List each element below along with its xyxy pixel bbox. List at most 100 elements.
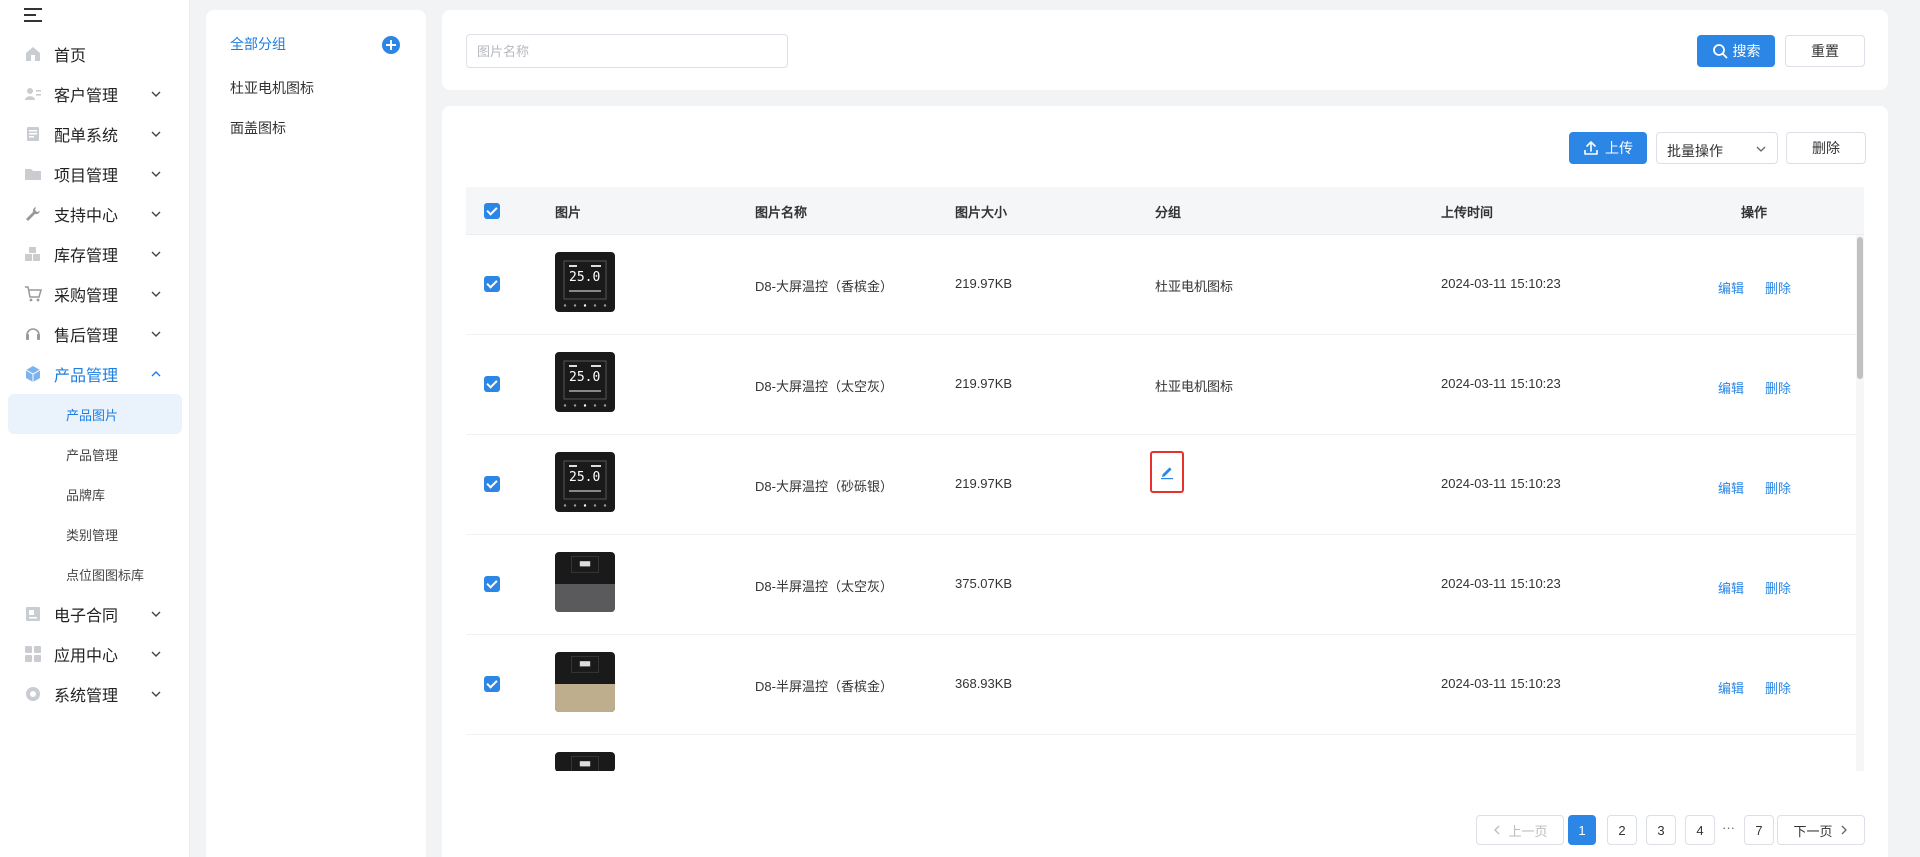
- page-2-button[interactable]: 2: [1607, 815, 1637, 845]
- upload-button[interactable]: 上传: [1569, 132, 1647, 164]
- chevron-down-icon: [151, 651, 161, 657]
- reset-button-label: 重置: [1811, 43, 1839, 59]
- table-row: 25.0 D8-大屏温控（香槟金） 219.97KB 杜亚电机图标 2024-03-11…: [466, 235, 1864, 335]
- column-header-upload-time: 上传时间: [1441, 205, 1494, 220]
- upload-button-label: 上传: [1605, 140, 1633, 156]
- sidebar-subitem-3[interactable]: 品牌库: [8, 474, 182, 514]
- sidebar-item-11[interactable]: 应用中心: [0, 634, 190, 674]
- chevron-down-icon: [151, 691, 161, 697]
- sidebar-item-1[interactable]: 首页: [0, 34, 190, 74]
- sidebar-subitem-1[interactable]: 产品图片: [8, 394, 182, 434]
- edit-group-button[interactable]: [1150, 451, 1184, 493]
- upload-icon: [1584, 141, 1598, 155]
- add-group-icon[interactable]: [382, 36, 400, 54]
- row-edit-link[interactable]: 编辑: [1718, 678, 1744, 697]
- sidebar-item-5[interactable]: 支持中心: [0, 194, 190, 234]
- chevron-down-icon: [151, 211, 161, 217]
- table-scrollbar-thumb[interactable]: [1857, 237, 1863, 379]
- image-name-cell: D8-大屏温控（太空灰）: [755, 379, 893, 394]
- image-name-cell: D8-大屏温控（砂砾银）: [755, 479, 893, 494]
- image-name-search-input[interactable]: [466, 34, 788, 68]
- row-checkbox[interactable]: [484, 376, 500, 392]
- group-item-all[interactable]: 全部分组: [230, 34, 286, 54]
- home-icon: [24, 45, 42, 63]
- image-size-cell: 219.97KB: [955, 276, 1013, 291]
- sidebar-item-label: 客户管理: [54, 88, 119, 105]
- sidebar-item-8[interactable]: 售后管理: [0, 314, 190, 354]
- sidebar-item-12[interactable]: 系统管理: [0, 674, 190, 714]
- delete-button[interactable]: 删除: [1786, 132, 1866, 164]
- column-header-image: 图片: [555, 205, 582, 220]
- row-delete-link[interactable]: 删除: [1765, 678, 1791, 697]
- image-name-cell: D8-半屏温控（香槟金）: [755, 679, 893, 694]
- sidebar-item-6[interactable]: 库存管理: [0, 234, 190, 274]
- row-edit-link[interactable]: 编辑: [1718, 278, 1744, 297]
- row-edit-link[interactable]: 编辑: [1718, 378, 1744, 397]
- page-1-button[interactable]: 1: [1568, 815, 1596, 845]
- customer-icon: [24, 85, 42, 103]
- chevron-left-icon: [1494, 825, 1500, 835]
- pagination-ellipsis[interactable]: ···: [1722, 820, 1735, 835]
- sidebar-item-3[interactable]: 配单系统: [0, 114, 190, 154]
- row-checkbox[interactable]: [484, 576, 500, 592]
- sidebar-subitem-label: 产品管理: [66, 447, 119, 463]
- column-header-name: 图片名称: [755, 205, 808, 220]
- group-item-duya[interactable]: 杜亚电机图标: [230, 78, 314, 98]
- select-all-checkbox[interactable]: [484, 203, 500, 219]
- batch-operation-select[interactable]: 批量操作: [1656, 132, 1778, 164]
- upload-time-cell: 2024-03-11 15:10:23: [1441, 276, 1561, 291]
- prev-page-label: 上一页: [1508, 823, 1548, 839]
- row-delete-link[interactable]: 删除: [1765, 378, 1791, 397]
- row-checkbox[interactable]: [484, 476, 500, 492]
- row-delete-link[interactable]: 删除: [1765, 478, 1791, 497]
- pencil-icon: [1161, 467, 1173, 480]
- sidebar-item-label: 产品管理: [54, 368, 119, 385]
- sidebar-item-4[interactable]: 项目管理: [0, 154, 190, 194]
- sidebar-item-label: 首页: [54, 48, 87, 65]
- chevron-up-icon: [151, 371, 161, 377]
- sidebar-subitem-5[interactable]: 点位图图标库: [8, 554, 182, 594]
- chevron-right-icon: [1841, 825, 1847, 835]
- sidebar-item-2[interactable]: 客户管理: [0, 74, 190, 114]
- table-header: 图片 图片名称 图片大小 分组 上传时间 操作: [466, 187, 1864, 235]
- page-4-button[interactable]: 4: [1685, 815, 1715, 845]
- chevron-down-icon: [151, 131, 161, 137]
- group-cell: 杜亚电机图标: [1155, 279, 1234, 294]
- sidebar-item-10[interactable]: 电子合同: [0, 594, 190, 634]
- sidebar-subitem-label: 点位图图标库: [66, 567, 145, 583]
- row-edit-link[interactable]: 编辑: [1718, 478, 1744, 497]
- page-3-button[interactable]: 3: [1646, 815, 1676, 845]
- column-header-group: 分组: [1155, 205, 1182, 220]
- thumbnail-display-text: 25.0: [569, 370, 601, 385]
- image-name-cell: D8-半屏温控（太空灰）: [755, 579, 893, 594]
- sidebar-item-7[interactable]: 采购管理: [0, 274, 190, 314]
- sidebar-subitem-4[interactable]: 类别管理: [8, 514, 182, 554]
- image-name-cell: D8-大屏温控（香槟金）: [755, 279, 893, 294]
- row-edit-link[interactable]: 编辑: [1718, 578, 1744, 597]
- folder-icon: [24, 165, 42, 183]
- search-card: 搜索 重置: [442, 10, 1888, 90]
- reset-button[interactable]: 重置: [1785, 35, 1865, 67]
- page-7-button[interactable]: 7: [1744, 815, 1774, 845]
- row-checkbox[interactable]: [484, 676, 500, 692]
- row-delete-link[interactable]: 删除: [1765, 578, 1791, 597]
- sidebar-subitem-label: 类别管理: [66, 527, 119, 543]
- sidebar-item-9[interactable]: 产品管理: [0, 354, 190, 394]
- sidebar-item-label: 采购管理: [54, 288, 119, 305]
- upload-time-cell: 2024-03-11 15:10:23: [1441, 376, 1561, 391]
- settings-icon: [24, 685, 42, 703]
- grid-icon: [24, 645, 42, 663]
- sidebar-item-label: 售后管理: [54, 328, 119, 345]
- prev-page-button[interactable]: 上一页: [1476, 815, 1564, 845]
- thumbnail-display-text: 25.0: [569, 470, 601, 485]
- cube-icon: [24, 365, 42, 383]
- next-page-button[interactable]: 下一页: [1777, 815, 1865, 845]
- search-button[interactable]: 搜索: [1697, 35, 1775, 67]
- row-checkbox[interactable]: [484, 276, 500, 292]
- menu-collapse-icon[interactable]: [24, 6, 44, 24]
- sidebar-item-label: 库存管理: [54, 248, 119, 265]
- product-thumbnail: [555, 652, 615, 712]
- row-delete-link[interactable]: 删除: [1765, 278, 1791, 297]
- sidebar-subitem-2[interactable]: 产品管理: [8, 434, 182, 474]
- group-item-cover[interactable]: 面盖图标: [230, 118, 286, 138]
